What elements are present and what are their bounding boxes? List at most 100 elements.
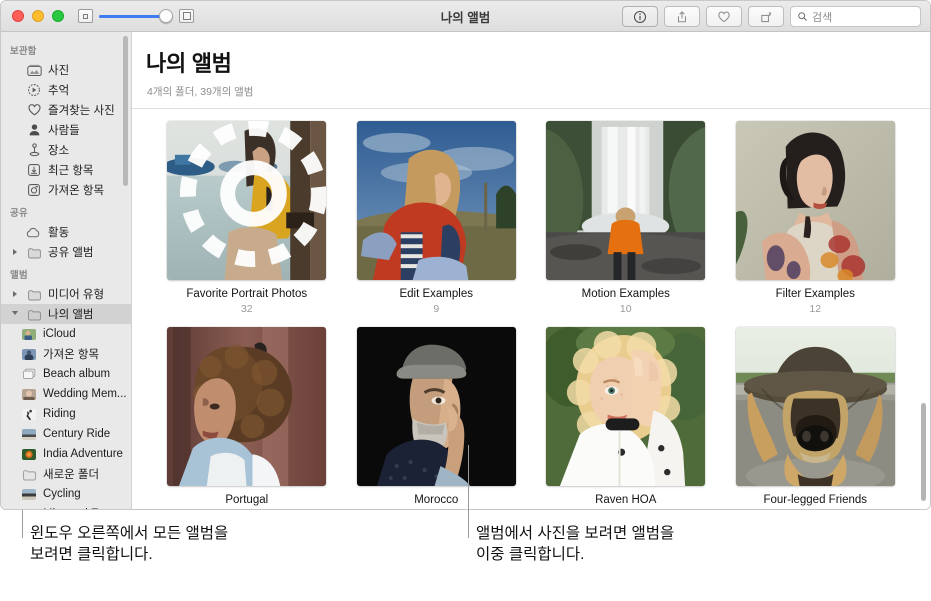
sidebar-section-library: 보관함 — [10, 46, 37, 57]
sidebar-item-new-folder[interactable]: 새로운 폴더 — [1, 464, 131, 484]
sidebar-item-favorites[interactable]: 즐겨찾는 사진 — [1, 100, 131, 120]
sidebar-item-media-types[interactable]: 미디어 유형 — [1, 284, 131, 304]
cloud-icon — [26, 227, 42, 238]
album-cell[interactable]: Raven HOA 4 — [531, 327, 721, 509]
sidebar-item-riding[interactable]: Riding — [1, 404, 131, 424]
album-cell[interactable]: Morocco 32 — [342, 327, 532, 509]
album-thumbnail[interactable] — [356, 121, 516, 280]
sidebar-item-beach-album[interactable]: Beach album — [1, 364, 131, 384]
sidebar-item-memories[interactable]: 추억 — [1, 80, 131, 100]
info-button[interactable] — [622, 6, 658, 27]
album-thumbnail[interactable] — [546, 327, 706, 486]
album-thumbnail[interactable] — [735, 121, 895, 280]
content-scrollbar[interactable] — [921, 403, 926, 501]
sidebar-item-label: Wedding Mem... — [43, 388, 127, 400]
sidebar-item-migrated-events[interactable]: Migrated Events — [1, 504, 131, 509]
sidebar-item-shared-albums[interactable]: 공유 앨범 — [1, 242, 131, 262]
albums-grid: Favorite Portrait Photos 32 Edit Example… — [132, 109, 930, 509]
sidebar-item-imported[interactable]: 가져온 항목 — [1, 180, 131, 200]
sidebar-item-label: Century Ride — [43, 428, 111, 440]
sidebar-item-people[interactable]: 사람들 — [1, 120, 131, 140]
album-thumbnail[interactable] — [167, 327, 327, 486]
rotate-button[interactable] — [748, 6, 784, 27]
waterfall-orange-jacket-image — [546, 121, 706, 280]
album-thumb-wedding — [21, 388, 37, 400]
sidebar-item-label: Riding — [43, 408, 76, 420]
dog-wearing-hat-image — [735, 327, 895, 486]
album-count: 32 — [240, 303, 253, 315]
sidebar-item-label: iCloud — [43, 328, 76, 340]
favorite-button[interactable] — [706, 6, 742, 27]
sidebar-item-wedding-memories[interactable]: Wedding Mem... — [1, 384, 131, 404]
album-thumbnail[interactable] — [546, 121, 706, 280]
sidebar-item-label: Cycling — [43, 488, 81, 500]
sidebar-item-label: Beach album — [43, 368, 111, 380]
small-thumbnail-icon[interactable] — [78, 9, 93, 23]
sidebar-item-cycling[interactable]: Cycling — [1, 484, 131, 504]
chevron-down-icon[interactable] — [10, 310, 20, 318]
sidebar-item-label: 활동 — [48, 227, 70, 239]
thumbnail-size-slider-group — [78, 9, 194, 23]
album-cell[interactable]: Portugal 71 — [152, 327, 342, 509]
sidebar-item-label: 가져온 항목 — [48, 185, 105, 197]
album-cell[interactable]: Edit Examples 9 — [342, 121, 532, 315]
share-button[interactable] — [664, 6, 700, 27]
sidebar-item-label: 미디어 유형 — [48, 289, 105, 301]
callout-right-line2: 이중 클릭합니다. — [476, 545, 585, 563]
sidebar-item-icloud[interactable]: iCloud — [1, 324, 131, 344]
sidebar-item-label: 사람들 — [48, 125, 80, 137]
person-icon — [26, 123, 42, 137]
places-pin-icon — [26, 143, 42, 157]
folder-icon — [26, 288, 42, 301]
info-icon — [633, 10, 647, 23]
folder-icon — [26, 246, 42, 259]
album-cell[interactable]: Filter Examples 12 — [721, 121, 911, 315]
sidebar-item-india-adventure[interactable]: India Adventure — [1, 444, 131, 464]
minimize-window-button[interactable] — [32, 10, 44, 22]
album-thumbnail[interactable] — [735, 327, 895, 486]
sidebar[interactable]: 보관함 사진 추억 즐겨찾는 사진 사람들 장소 최근 항목 가져온 항목 공유… — [1, 32, 132, 509]
album-stack-icon — [21, 368, 37, 380]
chevron-right-icon[interactable] — [10, 249, 20, 255]
folder-icon — [26, 308, 42, 321]
sidebar-section-shared: 공유 — [10, 208, 28, 219]
sidebar-item-label: 나의 앨범 — [48, 309, 94, 321]
search-input[interactable]: 검색 — [790, 6, 921, 27]
album-name: Portugal — [225, 494, 269, 506]
album-thumbnail[interactable] — [356, 327, 516, 486]
sidebar-item-label: 공유 앨범 — [48, 247, 94, 259]
sidebar-item-my-albums[interactable]: 나의 앨범 — [1, 304, 131, 324]
zoom-window-button[interactable] — [52, 10, 64, 22]
chevron-right-icon[interactable] — [10, 291, 20, 297]
thumbnail-size-slider[interactable] — [99, 9, 173, 23]
sidebar-item-label: 장소 — [48, 145, 70, 157]
close-window-button[interactable] — [12, 10, 24, 22]
sidebar-item-century-ride[interactable]: Century Ride — [1, 424, 131, 444]
album-name: Four-legged Friends — [763, 494, 868, 506]
album-thumbnail[interactable] — [167, 121, 327, 280]
sidebar-item-activity[interactable]: 활동 — [1, 222, 131, 242]
sidebar-item-places[interactable]: 장소 — [1, 140, 131, 160]
blonde-woman-hand-on-face-image — [546, 327, 706, 486]
album-name: Favorite Portrait Photos — [186, 288, 308, 300]
slider-knob[interactable] — [159, 9, 173, 23]
sidebar-item-label: 즐겨찾는 사진 — [48, 105, 115, 117]
album-cell[interactable]: Favorite Portrait Photos 32 — [152, 121, 342, 315]
heart-icon — [718, 11, 730, 22]
gear-icon[interactable] — [174, 121, 327, 273]
sidebar-item-recents[interactable]: 최근 항목 — [1, 160, 131, 180]
share-icon — [677, 10, 687, 22]
album-cell[interactable]: Motion Examples 10 — [531, 121, 721, 315]
callout-right: 앨범에서 사진을 보려면 앨범을 이중 클릭합니다. — [476, 524, 906, 566]
window-titlebar: 나의 앨범 검색 — [1, 1, 930, 32]
window-body: 보관함 사진 추억 즐겨찾는 사진 사람들 장소 최근 항목 가져온 항목 공유… — [1, 32, 930, 509]
large-thumbnail-icon[interactable] — [179, 9, 194, 23]
album-cell[interactable]: Four-legged Friends 38 — [721, 327, 911, 509]
album-count: 12 — [809, 303, 822, 315]
album-thumb-cycling — [21, 488, 37, 500]
memories-icon — [26, 83, 42, 97]
album-thumb-century — [21, 428, 37, 440]
screenshot-root: 나의 앨범 검색 보관함 사진 추억 즐겨찾는 사진 사람들 장소 최근 항목 … — [0, 0, 931, 601]
sidebar-item-photos[interactable]: 사진 — [1, 60, 131, 80]
sidebar-item-imported-album[interactable]: 가져온 항목 — [1, 344, 131, 364]
